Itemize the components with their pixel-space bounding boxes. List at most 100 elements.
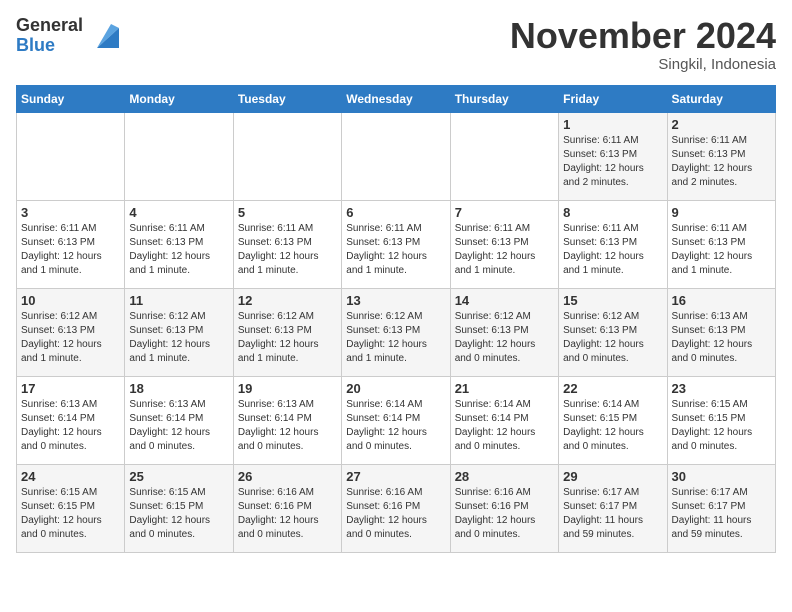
day-info: Sunrise: 6:15 AM Sunset: 6:15 PM Dayligh…	[21, 487, 102, 540]
page-header: General Blue November 2024 Singkil, Indo…	[16, 16, 776, 73]
day-number: 2	[672, 117, 771, 132]
header-cell-saturday: Saturday	[667, 85, 775, 112]
header-cell-friday: Friday	[559, 85, 667, 112]
day-number: 21	[455, 381, 554, 396]
day-number: 5	[238, 205, 337, 220]
day-number: 25	[129, 469, 228, 484]
day-info: Sunrise: 6:12 AM Sunset: 6:13 PM Dayligh…	[238, 311, 319, 364]
day-cell	[450, 112, 558, 200]
day-cell: 6 Sunrise: 6:11 AM Sunset: 6:13 PM Daylig…	[342, 200, 450, 288]
day-info: Sunrise: 6:16 AM Sunset: 6:16 PM Dayligh…	[238, 487, 319, 540]
week-row: 24 Sunrise: 6:15 AM Sunset: 6:15 PM Dayli…	[17, 464, 776, 552]
day-cell: 21 Sunrise: 6:14 AM Sunset: 6:14 PM Dayli…	[450, 376, 558, 464]
day-info: Sunrise: 6:11 AM Sunset: 6:13 PM Dayligh…	[563, 135, 644, 188]
day-info: Sunrise: 6:11 AM Sunset: 6:13 PM Dayligh…	[346, 223, 427, 276]
day-cell: 9Sunrise: 6:11 AM Sunset: 6:13 PM Daylig…	[667, 200, 775, 288]
day-cell: 29 Sunrise: 6:17 AM Sunset: 6:17 PM Dayli…	[559, 464, 667, 552]
day-cell: 25 Sunrise: 6:15 AM Sunset: 6:15 PM Dayli…	[125, 464, 233, 552]
day-cell: 7 Sunrise: 6:11 AM Sunset: 6:13 PM Daylig…	[450, 200, 558, 288]
calendar-body: 1Sunrise: 6:11 AM Sunset: 6:13 PM Daylig…	[17, 112, 776, 552]
day-info: Sunrise: 6:17 AM Sunset: 6:17 PM Dayligh…	[672, 487, 752, 540]
day-cell: 22 Sunrise: 6:14 AM Sunset: 6:15 PM Dayli…	[559, 376, 667, 464]
day-info: Sunrise: 6:12 AM Sunset: 6:13 PM Dayligh…	[455, 311, 536, 364]
day-number: 7	[455, 205, 554, 220]
header-cell-thursday: Thursday	[450, 85, 558, 112]
day-number: 6	[346, 205, 445, 220]
day-cell	[342, 112, 450, 200]
day-cell: 27Sunrise: 6:16 AM Sunset: 6:16 PM Dayli…	[342, 464, 450, 552]
day-info: Sunrise: 6:12 AM Sunset: 6:13 PM Dayligh…	[346, 311, 427, 364]
day-number: 24	[21, 469, 120, 484]
day-number: 29	[563, 469, 662, 484]
day-number: 10	[21, 293, 120, 308]
logo-general: General	[16, 16, 83, 36]
day-cell: 30 Sunrise: 6:17 AM Sunset: 6:17 PM Dayli…	[667, 464, 775, 552]
day-info: Sunrise: 6:12 AM Sunset: 6:13 PM Dayligh…	[129, 311, 210, 364]
day-cell	[233, 112, 341, 200]
day-number: 8	[563, 205, 662, 220]
day-cell: 18 Sunrise: 6:13 AM Sunset: 6:14 PM Dayli…	[125, 376, 233, 464]
day-cell: 19 Sunrise: 6:13 AM Sunset: 6:14 PM Dayli…	[233, 376, 341, 464]
header-cell-monday: Monday	[125, 85, 233, 112]
day-info: Sunrise: 6:16 AM Sunset: 6:16 PM Dayligh…	[455, 487, 536, 540]
day-number: 30	[672, 469, 771, 484]
header-row: SundayMondayTuesdayWednesdayThursdayFrid…	[17, 85, 776, 112]
day-info: Sunrise: 6:11 AM Sunset: 6:13 PM Dayligh…	[129, 223, 210, 276]
day-info: Sunrise: 6:14 AM Sunset: 6:15 PM Dayligh…	[563, 399, 644, 452]
day-cell: 4Sunrise: 6:11 AM Sunset: 6:13 PM Daylig…	[125, 200, 233, 288]
logo-icon	[87, 20, 119, 52]
day-number: 19	[238, 381, 337, 396]
day-number: 12	[238, 293, 337, 308]
day-info: Sunrise: 6:14 AM Sunset: 6:14 PM Dayligh…	[346, 399, 427, 452]
week-row: 1Sunrise: 6:11 AM Sunset: 6:13 PM Daylig…	[17, 112, 776, 200]
day-number: 22	[563, 381, 662, 396]
day-cell	[125, 112, 233, 200]
header-cell-sunday: Sunday	[17, 85, 125, 112]
day-info: Sunrise: 6:13 AM Sunset: 6:14 PM Dayligh…	[129, 399, 210, 452]
day-cell: 20 Sunrise: 6:14 AM Sunset: 6:14 PM Dayli…	[342, 376, 450, 464]
day-info: Sunrise: 6:11 AM Sunset: 6:13 PM Dayligh…	[563, 223, 644, 276]
week-row: 3Sunrise: 6:11 AM Sunset: 6:13 PM Daylig…	[17, 200, 776, 288]
title-area: November 2024 Singkil, Indonesia	[510, 16, 776, 73]
subtitle: Singkil, Indonesia	[510, 56, 776, 73]
day-cell: 16Sunrise: 6:13 AM Sunset: 6:13 PM Dayli…	[667, 288, 775, 376]
day-cell: 11 Sunrise: 6:12 AM Sunset: 6:13 PM Dayli…	[125, 288, 233, 376]
day-cell: 13 Sunrise: 6:12 AM Sunset: 6:13 PM Dayli…	[342, 288, 450, 376]
day-cell: 12 Sunrise: 6:12 AM Sunset: 6:13 PM Dayli…	[233, 288, 341, 376]
day-info: Sunrise: 6:15 AM Sunset: 6:15 PM Dayligh…	[129, 487, 210, 540]
day-info: Sunrise: 6:11 AM Sunset: 6:13 PM Dayligh…	[455, 223, 536, 276]
day-number: 20	[346, 381, 445, 396]
logo-blue: Blue	[16, 36, 83, 56]
logo: General Blue	[16, 16, 119, 56]
day-info: Sunrise: 6:13 AM Sunset: 6:13 PM Dayligh…	[672, 311, 753, 364]
day-info: Sunrise: 6:13 AM Sunset: 6:14 PM Dayligh…	[238, 399, 319, 452]
day-cell: 5 Sunrise: 6:11 AM Sunset: 6:13 PM Daylig…	[233, 200, 341, 288]
day-cell: 14Sunrise: 6:12 AM Sunset: 6:13 PM Dayli…	[450, 288, 558, 376]
day-info: Sunrise: 6:11 AM Sunset: 6:13 PM Dayligh…	[21, 223, 102, 276]
day-cell: 15Sunrise: 6:12 AM Sunset: 6:13 PM Dayli…	[559, 288, 667, 376]
day-info: Sunrise: 6:11 AM Sunset: 6:13 PM Dayligh…	[238, 223, 319, 276]
day-cell: 8 Sunrise: 6:11 AM Sunset: 6:13 PM Daylig…	[559, 200, 667, 288]
day-cell: 24 Sunrise: 6:15 AM Sunset: 6:15 PM Dayli…	[17, 464, 125, 552]
day-cell: 1Sunrise: 6:11 AM Sunset: 6:13 PM Daylig…	[559, 112, 667, 200]
day-number: 15	[563, 293, 662, 308]
day-number: 18	[129, 381, 228, 396]
day-cell: 23 Sunrise: 6:15 AM Sunset: 6:15 PM Dayli…	[667, 376, 775, 464]
day-cell: 3Sunrise: 6:11 AM Sunset: 6:13 PM Daylig…	[17, 200, 125, 288]
calendar-table: SundayMondayTuesdayWednesdayThursdayFrid…	[16, 85, 776, 553]
day-number: 28	[455, 469, 554, 484]
day-info: Sunrise: 6:14 AM Sunset: 6:14 PM Dayligh…	[455, 399, 536, 452]
day-number: 26	[238, 469, 337, 484]
day-number: 11	[129, 293, 228, 308]
month-title: November 2024	[510, 16, 776, 56]
day-info: Sunrise: 6:15 AM Sunset: 6:15 PM Dayligh…	[672, 399, 753, 452]
day-number: 23	[672, 381, 771, 396]
day-cell: 17Sunrise: 6:13 AM Sunset: 6:14 PM Dayli…	[17, 376, 125, 464]
day-number: 13	[346, 293, 445, 308]
day-cell: 28 Sunrise: 6:16 AM Sunset: 6:16 PM Dayli…	[450, 464, 558, 552]
day-number: 17	[21, 381, 120, 396]
day-cell	[17, 112, 125, 200]
day-info: Sunrise: 6:17 AM Sunset: 6:17 PM Dayligh…	[563, 487, 643, 540]
day-number: 27	[346, 469, 445, 484]
day-cell: 26 Sunrise: 6:16 AM Sunset: 6:16 PM Dayli…	[233, 464, 341, 552]
